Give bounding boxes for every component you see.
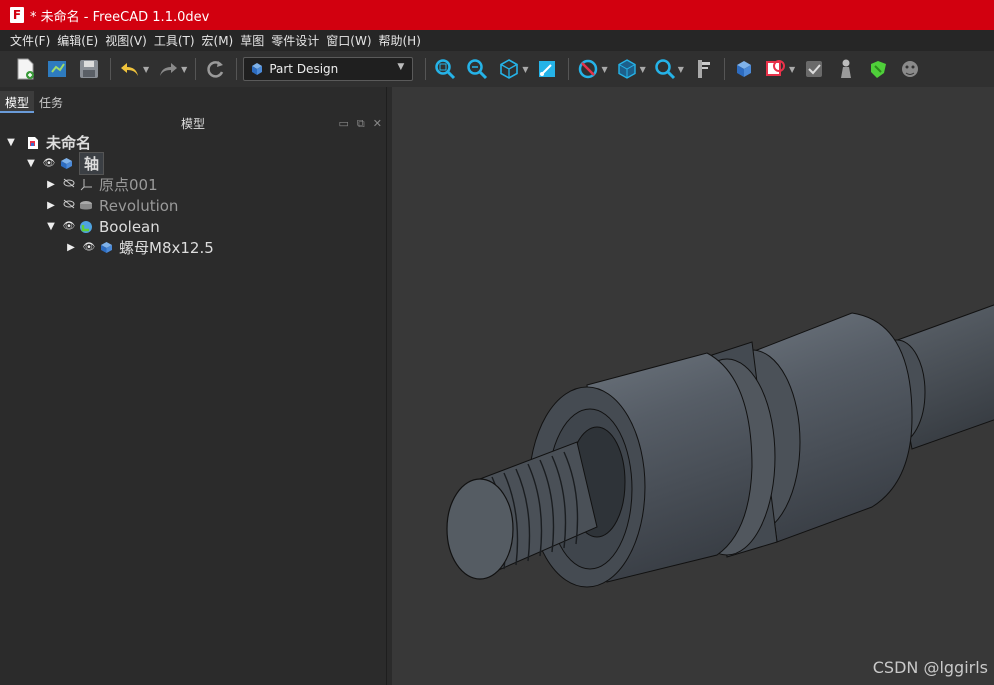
body-icon[interactable] — [731, 56, 757, 82]
menu-macro[interactable]: 宏(M) — [202, 32, 241, 49]
3d-viewport[interactable]: CSDN @lggirls — [392, 87, 994, 685]
tree-item-boolean[interactable]: ▼ 👁 Boolean — [0, 216, 386, 237]
tree-label-nut: 螺母M8x12.5 — [119, 239, 214, 257]
panel-controls: ▭ ⧉ ✕ — [339, 117, 382, 131]
tree-label-origin: 原点001 — [99, 176, 158, 194]
zoom-icon[interactable] — [652, 56, 678, 82]
panel-tabs: 模型 任务 — [0, 91, 68, 113]
workbench-selector[interactable]: Part Design ▼ — [243, 57, 414, 81]
toolbar-separator — [236, 58, 238, 80]
tree-item-revolution[interactable]: ▶ Revolution — [0, 195, 386, 216]
redo-icon[interactable] — [155, 56, 181, 82]
eye-icon[interactable]: 👁 — [82, 242, 96, 253]
title-bar: F * 未命名 - FreeCAD 1.1.0dev — [0, 0, 994, 30]
clone-icon[interactable] — [833, 56, 859, 82]
menu-window[interactable]: 窗口(W) — [326, 32, 378, 49]
toolbar-separator — [568, 58, 570, 80]
toolbar-separator — [723, 58, 725, 80]
menu-help[interactable]: 帮助(H) — [379, 32, 428, 49]
undo-dropdown-icon[interactable]: ▼ — [143, 65, 149, 74]
toolbar-separator — [195, 58, 197, 80]
hidden-eye-icon[interactable] — [62, 178, 76, 191]
validate-sketch-icon[interactable] — [801, 56, 827, 82]
part-design-icon — [252, 63, 263, 75]
workbench-label: Part Design — [269, 62, 339, 76]
window-title: * 未命名 - FreeCAD 1.1.0dev — [30, 9, 210, 25]
watermark: CSDN @lggirls — [872, 658, 988, 677]
model-tree: ▼ 未命名 ▼ 👁 轴 ▶ 原点001 ▶ Revolution ▼ 👁 Boo… — [0, 132, 386, 258]
collapse-arrow-icon[interactable]: ▼ — [6, 137, 16, 148]
main-toolbar: ▼ ▼ Part Design ▼ ▼ ▼ ▼ ▼ ▼ — [0, 51, 994, 87]
fit-all-icon[interactable] — [432, 56, 458, 82]
close-panel-icon[interactable]: ✕ — [373, 117, 382, 131]
tree-item-nut[interactable]: ▶ 👁 螺母M8x12.5 — [0, 237, 386, 258]
create-sketch-icon[interactable] — [763, 56, 789, 82]
origin-icon — [79, 178, 93, 192]
boolean-icon — [79, 220, 93, 234]
eye-icon[interactable]: 👁 — [42, 158, 56, 169]
bounding-box-icon[interactable] — [614, 56, 640, 82]
collapse-arrow-icon[interactable]: ▼ — [26, 158, 36, 169]
revolution-icon — [79, 199, 93, 213]
eye-icon[interactable]: 👁 — [62, 221, 76, 232]
draw-style-icon[interactable] — [575, 56, 601, 82]
menu-edit[interactable]: 编辑(E) — [57, 32, 105, 49]
fit-selection-icon[interactable] — [464, 56, 490, 82]
tab-tasks[interactable]: 任务 — [34, 91, 68, 113]
tree-label-revolution: Revolution — [99, 196, 179, 215]
body-icon — [59, 157, 73, 171]
minimize-panel-icon[interactable]: ▭ — [339, 117, 349, 131]
expand-arrow-icon[interactable]: ▶ — [46, 200, 56, 211]
sketch-dropdown-icon[interactable]: ▼ — [789, 65, 795, 74]
toolbar-separator — [425, 58, 427, 80]
toolbar-separator — [110, 58, 111, 80]
helix-icon[interactable] — [897, 56, 923, 82]
tab-model[interactable]: 模型 — [0, 91, 35, 113]
sub-shape-binder-icon[interactable] — [865, 56, 891, 82]
tree-item-body[interactable]: ▼ 👁 轴 — [0, 152, 386, 175]
hidden-eye-icon[interactable] — [62, 199, 76, 212]
save-icon[interactable] — [76, 56, 102, 82]
redo-dropdown-icon[interactable]: ▼ — [181, 65, 187, 74]
bounding-box-dropdown-icon[interactable]: ▼ — [640, 65, 646, 74]
shaft-model — [446, 304, 994, 588]
float-panel-icon[interactable]: ⧉ — [357, 117, 365, 131]
panel-title: 模型 — [180, 117, 205, 131]
menu-sketch[interactable]: 草图 — [240, 32, 271, 49]
tree-label-body[interactable]: 轴 — [79, 152, 105, 175]
new-file-icon[interactable] — [12, 56, 38, 82]
tree-item-document[interactable]: ▼ 未命名 — [0, 132, 386, 153]
menu-view[interactable]: 视图(V) — [105, 32, 154, 49]
body-icon — [99, 241, 113, 255]
freecad-logo-icon: F — [10, 7, 24, 23]
expand-arrow-icon[interactable]: ▶ — [66, 242, 76, 253]
zoom-dropdown-icon[interactable]: ▼ — [678, 65, 684, 74]
open-file-icon[interactable] — [44, 56, 70, 82]
tree-label-document: 未命名 — [46, 134, 92, 152]
menu-tools[interactable]: 工具(T) — [154, 32, 202, 49]
view-dropdown-icon[interactable]: ▼ — [522, 65, 528, 74]
measure-tool-icon[interactable] — [690, 56, 716, 82]
isometric-view-icon[interactable] — [496, 56, 522, 82]
chevron-down-icon: ▼ — [397, 62, 405, 72]
document-icon — [26, 136, 40, 150]
expand-arrow-icon[interactable]: ▶ — [46, 179, 56, 190]
tree-label-boolean: Boolean — [99, 217, 160, 236]
refresh-icon[interactable] — [202, 56, 228, 82]
menu-file[interactable]: 文件(F) — [0, 32, 57, 49]
tree-item-origin[interactable]: ▶ 原点001 — [0, 174, 386, 195]
draw-style-dropdown-icon[interactable]: ▼ — [601, 65, 607, 74]
menu-bar: 文件(F) 编辑(E) 视图(V) 工具(T) 宏(M) 草图 零件设计 窗口(… — [0, 30, 994, 51]
combo-view-panel: 模型 任务 模型 ▭ ⧉ ✕ ▼ 未命名 ▼ 👁 轴 ▶ 原点001 ▶ Rev… — [0, 87, 387, 685]
measure-view-icon[interactable] — [534, 56, 560, 82]
menu-part-design[interactable]: 零件设计 — [271, 32, 326, 49]
collapse-arrow-icon[interactable]: ▼ — [46, 221, 56, 232]
undo-icon[interactable] — [117, 56, 143, 82]
